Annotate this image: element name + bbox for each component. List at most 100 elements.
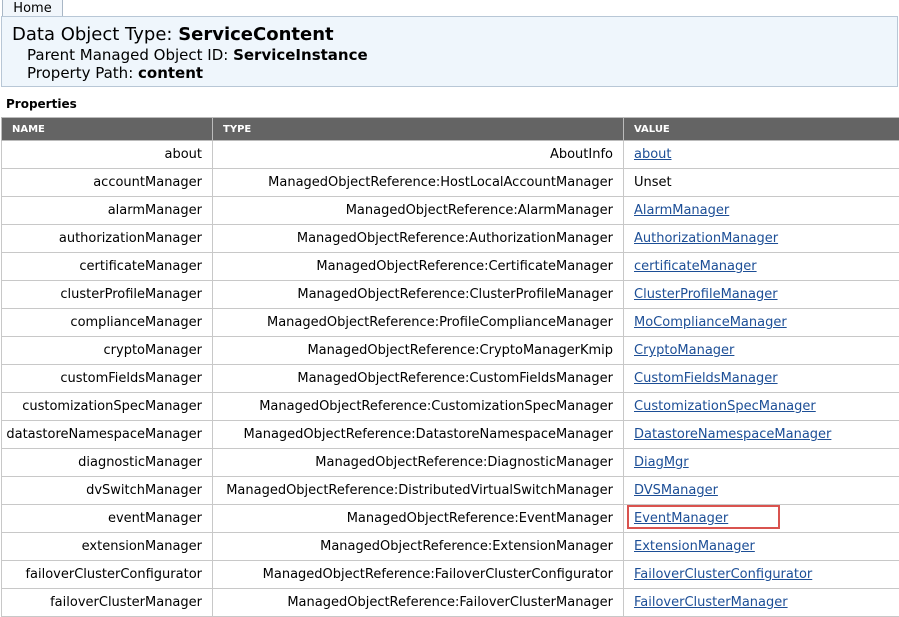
- property-value-cell: CustomFieldsManager: [624, 365, 899, 393]
- property-name-cell: eventManager: [2, 505, 213, 533]
- table-row: certificateManagerManagedObjectReference…: [2, 253, 899, 281]
- property-value-cell: DatastoreNamespaceManager: [624, 421, 899, 449]
- property-name-cell: authorizationManager: [2, 225, 213, 253]
- table-row: complianceManagerManagedObjectReference:…: [2, 309, 899, 337]
- property-name-cell: cryptoManager: [2, 337, 213, 365]
- property-type-cell: ManagedObjectReference:CryptoManagerKmip: [213, 337, 624, 365]
- column-header-value: VALUE: [624, 118, 899, 141]
- property-value-link[interactable]: ClusterProfileManager: [634, 287, 778, 302]
- property-name-cell: clusterProfileManager: [2, 281, 213, 309]
- property-type-cell: ManagedObjectReference:CustomizationSpec…: [213, 393, 624, 421]
- property-path-line: Property Path: content: [27, 64, 203, 82]
- property-value-link[interactable]: DiagMgr: [634, 455, 689, 470]
- property-type-cell: ManagedObjectReference:EventManager: [213, 505, 624, 533]
- property-value-link[interactable]: CustomizationSpecManager: [634, 399, 816, 414]
- property-value-link[interactable]: FailoverClusterManager: [634, 595, 788, 610]
- property-name-cell: certificateManager: [2, 253, 213, 281]
- property-value-cell: MoComplianceManager: [624, 309, 899, 337]
- property-type-cell: ManagedObjectReference:AlarmManager: [213, 197, 624, 225]
- property-type-cell: ManagedObjectReference:ProfileCompliance…: [213, 309, 624, 337]
- table-row: aboutAboutInfoabout: [2, 141, 899, 169]
- property-type-cell: ManagedObjectReference:FailoverClusterMa…: [213, 589, 624, 617]
- property-path-value: content: [138, 64, 203, 82]
- property-type-cell: ManagedObjectReference:DistributedVirtua…: [213, 477, 624, 505]
- property-value-link[interactable]: DVSManager: [634, 483, 718, 498]
- property-value-link[interactable]: FailoverClusterConfigurator: [634, 567, 812, 582]
- title-prefix: Data Object Type:: [12, 24, 178, 45]
- property-name-cell: alarmManager: [2, 197, 213, 225]
- property-name-cell: customizationSpecManager: [2, 393, 213, 421]
- properties-table: NAME TYPE VALUE aboutAboutInfoaboutaccou…: [1, 117, 899, 617]
- property-value-text: Unset: [634, 175, 672, 190]
- property-value-cell: ClusterProfileManager: [624, 281, 899, 309]
- property-value-cell: ExtensionManager: [624, 533, 899, 561]
- property-value-link[interactable]: AuthorizationManager: [634, 231, 778, 246]
- property-value-cell: FailoverClusterManager: [624, 589, 899, 617]
- property-value-link[interactable]: DatastoreNamespaceManager: [634, 427, 831, 442]
- property-type-cell: ManagedObjectReference:CustomFieldsManag…: [213, 365, 624, 393]
- table-row: alarmManagerManagedObjectReference:Alarm…: [2, 197, 899, 225]
- property-value-link[interactable]: EventManager: [634, 511, 728, 526]
- property-value-cell: Unset: [624, 169, 899, 197]
- table-row: eventManagerManagedObjectReference:Event…: [2, 505, 899, 533]
- property-value-link[interactable]: CustomFieldsManager: [634, 371, 778, 386]
- property-type-cell: ManagedObjectReference:FailoverClusterCo…: [213, 561, 624, 589]
- table-row: dvSwitchManagerManagedObjectReference:Di…: [2, 477, 899, 505]
- parent-id-line: Parent Managed Object ID: ServiceInstanc…: [27, 46, 368, 64]
- table-row: accountManagerManagedObjectReference:Hos…: [2, 169, 899, 197]
- property-type-cell: ManagedObjectReference:DiagnosticManager: [213, 449, 624, 477]
- title-value: ServiceContent: [178, 24, 333, 45]
- table-row: clusterProfileManagerManagedObjectRefere…: [2, 281, 899, 309]
- property-name-cell: datastoreNamespaceManager: [2, 421, 213, 449]
- property-value-link[interactable]: CryptoManager: [634, 343, 734, 358]
- property-name-cell: complianceManager: [2, 309, 213, 337]
- column-header-name: NAME: [2, 118, 213, 141]
- property-value-link[interactable]: ExtensionManager: [634, 539, 755, 554]
- property-value-cell: CustomizationSpecManager: [624, 393, 899, 421]
- property-name-cell: about: [2, 141, 213, 169]
- table-row: datastoreNamespaceManagerManagedObjectRe…: [2, 421, 899, 449]
- property-value-link[interactable]: about: [634, 147, 672, 162]
- table-row: customizationSpecManagerManagedObjectRef…: [2, 393, 899, 421]
- home-tab-label[interactable]: Home: [13, 1, 51, 16]
- property-value-cell: CryptoManager: [624, 337, 899, 365]
- property-type-cell: ManagedObjectReference:AuthorizationMana…: [213, 225, 624, 253]
- property-value-cell: about: [624, 141, 899, 169]
- property-type-cell: ManagedObjectReference:ExtensionManager: [213, 533, 624, 561]
- property-value-cell: DVSManager: [624, 477, 899, 505]
- table-header-row: NAME TYPE VALUE: [2, 118, 899, 141]
- property-name-cell: failoverClusterConfigurator: [2, 561, 213, 589]
- property-value-cell: AlarmManager: [624, 197, 899, 225]
- property-value-cell: certificateManager: [624, 253, 899, 281]
- table-row: failoverClusterConfiguratorManagedObject…: [2, 561, 899, 589]
- property-value-cell: DiagMgr: [624, 449, 899, 477]
- parent-id-value: ServiceInstance: [233, 46, 368, 64]
- property-value-cell: FailoverClusterConfigurator: [624, 561, 899, 589]
- property-name-cell: diagnosticManager: [2, 449, 213, 477]
- property-type-cell: ManagedObjectReference:HostLocalAccountM…: [213, 169, 624, 197]
- property-value-link[interactable]: certificateManager: [634, 259, 757, 274]
- property-name-cell: dvSwitchManager: [2, 477, 213, 505]
- property-type-cell: AboutInfo: [213, 141, 624, 169]
- table-row: customFieldsManagerManagedObjectReferenc…: [2, 365, 899, 393]
- object-header-panel: Data Object Type: ServiceContent Parent …: [1, 16, 898, 87]
- property-value-cell: AuthorizationManager: [624, 225, 899, 253]
- property-value-cell: EventManager: [624, 505, 899, 533]
- property-name-cell: extensionManager: [2, 533, 213, 561]
- property-name-cell: accountManager: [2, 169, 213, 197]
- property-value-link[interactable]: AlarmManager: [634, 203, 729, 218]
- column-header-type: TYPE: [213, 118, 624, 141]
- page-title: Data Object Type: ServiceContent: [12, 24, 334, 46]
- table-row: cryptoManagerManagedObjectReference:Cryp…: [2, 337, 899, 365]
- property-type-cell: ManagedObjectReference:ClusterProfileMan…: [213, 281, 624, 309]
- property-value-link[interactable]: MoComplianceManager: [634, 315, 787, 330]
- property-path-label: Property Path:: [27, 64, 138, 82]
- property-type-cell: ManagedObjectReference:CertificateManage…: [213, 253, 624, 281]
- table-row: extensionManagerManagedObjectReference:E…: [2, 533, 899, 561]
- parent-id-label: Parent Managed Object ID:: [27, 46, 233, 64]
- table-row: diagnosticManagerManagedObjectReference:…: [2, 449, 899, 477]
- properties-heading: Properties: [6, 97, 77, 111]
- property-type-cell: ManagedObjectReference:DatastoreNamespac…: [213, 421, 624, 449]
- table-row: authorizationManagerManagedObjectReferen…: [2, 225, 899, 253]
- property-name-cell: failoverClusterManager: [2, 589, 213, 617]
